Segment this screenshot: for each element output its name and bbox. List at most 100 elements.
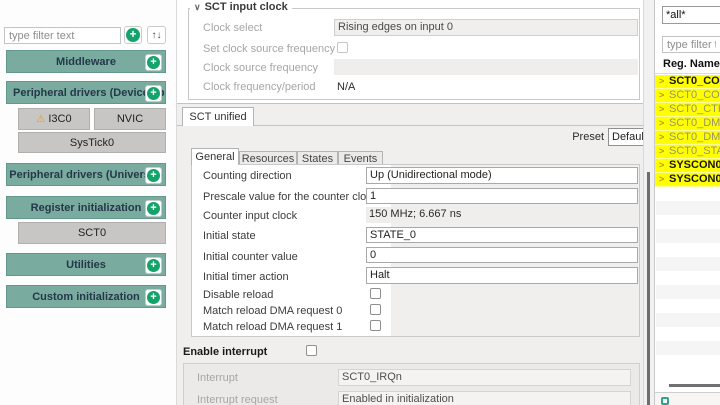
prescale-input[interactable]: 1 — [366, 188, 638, 204]
add-peripheral-device-button[interactable]: + — [145, 85, 162, 102]
register-scope-dropdown[interactable]: *all* — [662, 6, 720, 24]
expand-icon[interactable]: > — [659, 103, 669, 116]
register-row[interactable]: > SCT0_CON — [655, 75, 720, 89]
register-row[interactable]: > SYSCON0_ — [655, 173, 720, 187]
match-reload-dma0-checkbox[interactable] — [370, 304, 381, 315]
tab-label: Events — [344, 153, 378, 165]
initial-timer-action-dropdown[interactable]: Halt — [366, 267, 638, 284]
group-label: Custom initialization — [7, 291, 165, 303]
clock-select-combobox[interactable]: Rising edges on input 0 — [334, 19, 638, 36]
add-peripheral-universal-button[interactable]: + — [145, 167, 162, 184]
sidebar-group-peripheral-universal[interactable]: Peripheral drivers (Universal) + — [6, 163, 166, 186]
vertical-scrollbar-thumb[interactable] — [647, 172, 650, 405]
match-reload-dma0-label: Match reload DMA request 0 — [203, 305, 342, 317]
register-row[interactable]: > SYSCON0_ — [655, 159, 720, 173]
plus-icon: + — [147, 87, 160, 100]
component-sct0[interactable]: SCT0 — [18, 222, 166, 244]
tab-sct-unified[interactable]: SCT unified — [182, 107, 254, 126]
tab-events[interactable]: Events — [338, 151, 383, 165]
enable-interrupt-checkbox[interactable] — [306, 345, 317, 356]
initial-state-dropdown[interactable]: STATE_0 — [366, 227, 638, 243]
add-register-init-button[interactable]: + — [145, 200, 162, 217]
group-label: Middleware — [7, 56, 165, 68]
register-row[interactable]: > SCT0_STAT — [655, 145, 720, 159]
add-custom-init-button[interactable]: + — [145, 289, 162, 306]
preset-label: Preset — [567, 131, 604, 143]
register-name: SCT0_STAT — [669, 145, 720, 158]
register-row[interactable]: > SCT0_CTR — [655, 103, 720, 117]
disable-reload-label: Disable reload — [203, 289, 273, 301]
disable-reload-checkbox[interactable] — [370, 288, 381, 299]
add-middleware-button[interactable]: + — [145, 54, 162, 71]
register-name: SYSCON0_ — [669, 173, 720, 186]
tab-states[interactable]: States — [297, 151, 338, 165]
warning-icon: ⚠ — [36, 114, 45, 125]
expand-icon[interactable]: > — [659, 145, 669, 158]
initial-counter-value-label: Initial counter value — [203, 251, 298, 263]
match-reload-dma1-label: Match reload DMA request 1 — [203, 321, 342, 333]
register-name: SYSCON0_ — [669, 159, 720, 172]
match-reload-dma1-checkbox[interactable] — [370, 320, 381, 331]
expand-icon[interactable]: > — [659, 117, 669, 130]
register-filter-input[interactable] — [662, 36, 720, 53]
expand-icon[interactable]: > — [659, 75, 669, 88]
plus-icon: + — [147, 56, 160, 69]
partial-icon — [661, 397, 669, 405]
sort-button[interactable]: ↑↓ — [147, 26, 166, 44]
sidebar-group-register-init[interactable]: Register initialization + — [6, 196, 166, 219]
app-window: + ↑↓ Middleware + Peripheral drivers (De… — [0, 0, 720, 405]
initial-state-label: Initial state — [203, 230, 256, 242]
enable-interrupt-label: Enable interrupt — [183, 346, 267, 358]
register-name: SCT0_DMA — [669, 117, 720, 130]
register-row[interactable]: > SCT0_DMA — [655, 131, 720, 145]
empty-register-rows — [656, 187, 720, 369]
add-utilities-button[interactable]: + — [145, 257, 162, 274]
sort-icon: ↑↓ — [152, 30, 162, 41]
plus-icon: + — [147, 291, 160, 304]
sidebar-group-peripheral-device[interactable]: Peripheral drivers (Device spe + — [6, 81, 166, 104]
interrupt-request-label: Interrupt request — [197, 394, 278, 405]
tab-general[interactable]: General — [191, 148, 239, 165]
clock-frequency-period-value: N/A — [337, 81, 355, 93]
sidebar-group-custom-init[interactable]: Custom initialization + — [6, 285, 166, 308]
plus-icon: + — [147, 259, 160, 272]
expand-icon[interactable]: > — [659, 131, 669, 144]
collapse-icon[interactable]: ∨ — [194, 2, 201, 13]
plus-icon: + — [147, 169, 160, 182]
group-label: Peripheral drivers (Device spe — [7, 87, 165, 99]
register-name: SCT0_CON — [669, 75, 720, 88]
component-label: NVIC — [117, 113, 143, 125]
registers-panel: *all* Reg. Name > SCT0_CON > SCT0_COU > … — [654, 0, 720, 405]
interrupt-request-dropdown: Enabled in initialization — [338, 391, 631, 405]
initial-timer-action-label: Initial timer action — [203, 271, 289, 283]
tab-label: States — [302, 153, 333, 165]
tab-label: General — [195, 151, 234, 163]
tab-resources[interactable]: Resources — [239, 151, 297, 165]
add-component-button[interactable]: + — [124, 26, 142, 44]
component-systick0[interactable]: SysTick0 — [18, 132, 166, 153]
component-nvic[interactable]: NVIC — [94, 108, 166, 130]
clock-frequency-period-label: Clock frequency/period — [203, 81, 316, 93]
initial-counter-value-input[interactable]: 0 — [366, 247, 638, 263]
counting-direction-dropdown[interactable]: Up (Unidirectional mode) — [366, 167, 638, 184]
register-list: > SCT0_CON > SCT0_COU > SCT0_CTR > SCT0_… — [655, 75, 720, 187]
reg-name-column-header[interactable]: Reg. Name — [663, 58, 720, 70]
plus-icon: + — [126, 28, 140, 42]
register-row[interactable]: > SCT0_DMA — [655, 117, 720, 131]
expand-icon[interactable]: > — [659, 173, 669, 186]
expand-icon[interactable]: > — [659, 89, 669, 102]
interrupt-dropdown: SCT0_IRQn — [338, 369, 631, 386]
component-i3c0[interactable]: ⚠ I3C0 — [18, 108, 90, 130]
counting-direction-label: Counting direction — [203, 170, 292, 182]
horizontal-scrollbar-thumb[interactable] — [669, 384, 720, 387]
group-label: Peripheral drivers (Universal) — [7, 169, 165, 181]
preset-dropdown[interactable]: Default — [608, 128, 644, 146]
tab-label: Resources — [242, 153, 295, 165]
prescale-label: Prescale value for the counter clock — [203, 191, 377, 203]
expand-icon[interactable]: > — [659, 159, 669, 172]
register-row[interactable]: > SCT0_COU — [655, 89, 720, 103]
sidebar-filter-input[interactable] — [4, 27, 121, 44]
register-name: SCT0_CTR — [669, 103, 720, 116]
sidebar-group-utilities[interactable]: Utilities + — [6, 253, 166, 276]
sidebar-group-middleware[interactable]: Middleware + — [6, 50, 166, 73]
